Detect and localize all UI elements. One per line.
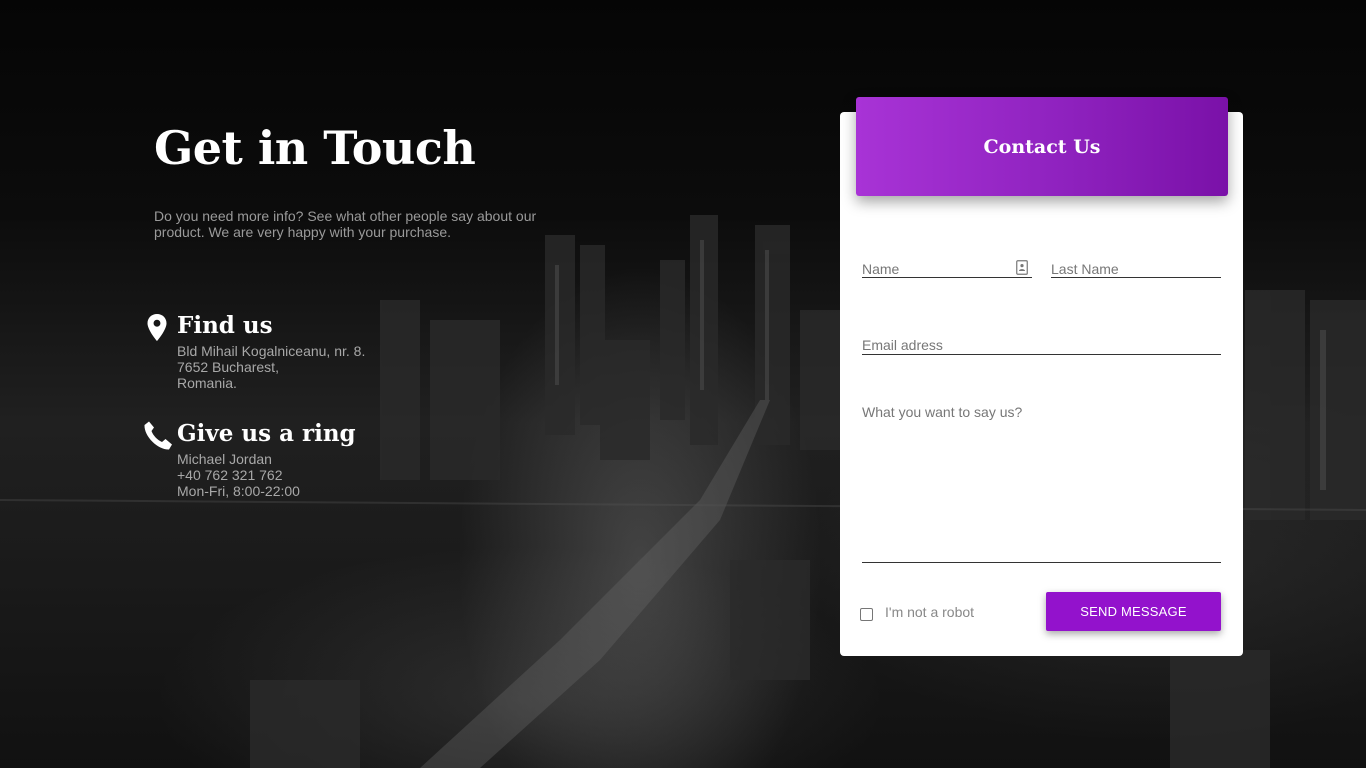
ring-title: Give us a ring: [177, 420, 356, 447]
address-line: Romania.: [177, 375, 237, 391]
robot-check[interactable]: I'm not a robot: [860, 602, 974, 622]
contact-card-icon: [1016, 260, 1028, 275]
contact-name: Michael Jordan: [177, 451, 272, 467]
find-us-title: Find us: [177, 312, 273, 339]
message-field: [862, 396, 1221, 563]
map-pin-icon: [147, 314, 167, 341]
contact-form-title: Contact Us: [983, 135, 1101, 158]
email-input[interactable]: [862, 324, 1221, 354]
phone-icon: [144, 421, 172, 450]
send-message-button[interactable]: SEND MESSAGE: [1046, 592, 1221, 631]
phone-lines: Michael Jordan +40 762 321 762 Mon-Fri, …: [177, 451, 300, 499]
intro-text: Do you need more info? See what other pe…: [154, 208, 537, 240]
robot-label: I'm not a robot: [885, 604, 975, 620]
page-title: Get in Touch: [154, 121, 476, 175]
name-field: [862, 248, 1032, 278]
address-lines: Bld Mihail Kogalniceanu, nr. 8. 7652 Buc…: [177, 343, 365, 391]
hero-section: Get in Touch Do you need more info? See …: [154, 118, 574, 240]
message-textarea[interactable]: [862, 396, 1221, 562]
name-input[interactable]: [862, 248, 1032, 277]
robot-checkbox[interactable]: [860, 607, 873, 621]
last-name-input[interactable]: [1051, 248, 1221, 277]
address-line: 7652 Bucharest,: [177, 359, 279, 375]
opening-hours: Mon-Fri, 8:00-22:00: [177, 483, 300, 499]
last-name-field: [1051, 248, 1221, 278]
phone-number: +40 762 321 762: [177, 467, 283, 483]
email-field: [862, 324, 1221, 355]
address-line: Bld Mihail Kogalniceanu, nr. 8.: [177, 343, 366, 359]
contact-form-header: Contact Us: [856, 97, 1228, 196]
